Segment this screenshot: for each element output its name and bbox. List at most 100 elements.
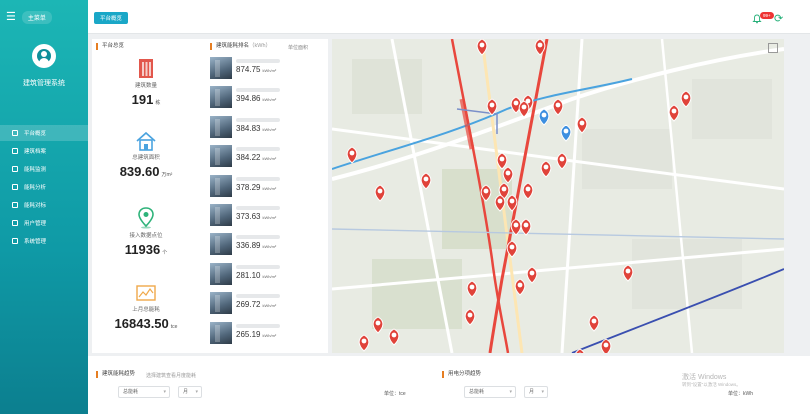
- sidebar-item-1[interactable]: 建筑档案: [0, 143, 88, 159]
- monitor-icon: [12, 130, 18, 136]
- building-map[interactable]: [332, 39, 784, 353]
- stat-label: 上月总能耗: [132, 307, 160, 313]
- building-name-redacted: [236, 147, 280, 152]
- building-thumbnail: [210, 145, 232, 168]
- stat-building-count: 建筑数量 191 栋: [92, 57, 200, 107]
- building-name-redacted: [236, 206, 280, 210]
- sidebar-item-5[interactable]: 用户管理: [0, 215, 88, 231]
- building-icon: [139, 59, 153, 78]
- ranking-value: 394.86 kWh/m²: [236, 94, 277, 104]
- user-icon: [12, 220, 18, 226]
- left-unit-label: 单位：tce: [384, 391, 406, 397]
- trend-left-title: 建筑能耗趋势: [96, 371, 135, 378]
- overview-panel: 平台总览 建筑数量 191 栋 总建筑面积 839.60 万m² 接入数据点位 …: [92, 39, 328, 353]
- building-thumbnail: [210, 57, 232, 79]
- left-period-select[interactable]: 月: [178, 386, 202, 398]
- energy-icon: [136, 285, 156, 301]
- app-root: ☰ 主菜单 建筑管理系统 平台概览建筑档案能耗监测能耗分析能耗对标用户管理系统管…: [0, 0, 810, 414]
- sidebar: ☰ 主菜单 建筑管理系统 平台概览建筑档案能耗监测能耗分析能耗对标用户管理系统管…: [0, 0, 88, 414]
- windows-watermark-title: 激活 Windows: [682, 374, 727, 381]
- stat-value: 839.60 万m²: [119, 164, 173, 179]
- user-icon: [37, 49, 51, 63]
- building-name-redacted: [236, 59, 280, 63]
- sidebar-item-6[interactable]: 系统管理: [0, 233, 88, 249]
- ranking-value: 378.29 kWh/m²: [236, 182, 277, 192]
- building-thumbnail: [210, 174, 232, 197]
- refresh-icon[interactable]: ⟳: [774, 14, 783, 25]
- ranking-value: 281.10 kWh/m²: [236, 270, 277, 280]
- top-header: 平台概览 99+ ⟳: [88, 0, 810, 34]
- ranking-title: 建筑能耗排名（kWh）: [210, 43, 271, 50]
- sidebar-item-label: 能耗监测: [24, 167, 47, 173]
- trend-left-subtitle: 选择建筑查看月度能耗: [146, 373, 197, 379]
- stat-monthly-energy: 上月总能耗 16843.50 tce: [92, 283, 200, 331]
- stat-label: 总建筑面积: [132, 155, 160, 161]
- stat-value: 191 栋: [131, 92, 161, 107]
- sidebar-item-label: 能耗对标: [24, 203, 47, 209]
- ranking-value: 265.19 kWh/m²: [236, 329, 277, 339]
- building-name-redacted: [236, 235, 280, 240]
- building-thumbnail: [210, 233, 232, 256]
- building-name-redacted: [236, 176, 280, 181]
- stat-value: 16843.50 tce: [114, 316, 178, 331]
- avatar[interactable]: [32, 44, 56, 68]
- building-thumbnail: [210, 262, 232, 285]
- gauge-icon: [12, 166, 18, 172]
- building-thumbnail: [210, 292, 232, 315]
- sidebar-item-label: 建筑档案: [24, 149, 47, 155]
- building-thumbnail: [210, 204, 232, 226]
- windows-watermark-sub: 转到"设置"以激活 Windows。: [682, 382, 741, 387]
- stat-floor-area: 总建筑面积 839.60 万m²: [92, 131, 200, 179]
- house-icon: [136, 131, 156, 151]
- building-name-redacted: [236, 264, 280, 269]
- overview-title: 平台总览: [96, 43, 124, 50]
- sidebar-top-tag[interactable]: 主菜单: [21, 10, 52, 24]
- building-thumbnail: [210, 86, 232, 109]
- sidebar-item-label: 平台概览: [24, 131, 47, 137]
- sidebar-top: ☰ 主菜单: [0, 0, 88, 34]
- sidebar-item-0[interactable]: 平台概览: [0, 125, 88, 141]
- ranking-value: 874.75 kWh/m²: [236, 65, 277, 74]
- building-name-redacted: [236, 294, 280, 299]
- map-canvas[interactable]: [332, 39, 784, 353]
- menu-toggle-icon[interactable]: ☰: [6, 11, 16, 23]
- building-name-redacted: [236, 88, 280, 93]
- document-icon: [12, 184, 18, 190]
- sidebar-item-label: 能耗分析: [24, 185, 47, 191]
- settings-icon: [12, 238, 18, 244]
- right-period-select[interactable]: 月: [524, 386, 548, 398]
- stat-label: 接入数据点位: [129, 233, 163, 239]
- building-thumbnail: [210, 321, 232, 344]
- right-unit-label: 单位：kWh: [728, 391, 754, 397]
- sidebar-item-label: 系统管理: [24, 239, 47, 245]
- left-metric-select[interactable]: 总能耗: [118, 386, 170, 398]
- stat-label: 建筑数量: [134, 83, 157, 89]
- sidebar-nav: 平台概览建筑档案能耗监测能耗分析能耗对标用户管理系统管理: [0, 125, 88, 251]
- sidebar-item-2[interactable]: 能耗监测: [0, 161, 88, 177]
- sidebar-item-label: 用户管理: [24, 221, 47, 227]
- building-name-redacted: [236, 323, 280, 328]
- location-icon: [138, 207, 154, 229]
- building-thumbnail: [210, 115, 232, 138]
- map-marker-red[interactable]: [600, 338, 612, 353]
- fullscreen-icon[interactable]: [768, 43, 778, 53]
- ranking-value: 373.63 kWh/m²: [236, 212, 277, 221]
- ranking-value: 384.83 kWh/m²: [236, 123, 277, 133]
- building-name-redacted: [236, 117, 280, 122]
- tab-overview[interactable]: 平台概览: [94, 12, 129, 24]
- ranking-value: 384.22 kWh/m²: [236, 153, 277, 163]
- sidebar-item-4[interactable]: 能耗对标: [0, 197, 88, 213]
- compare-icon: [12, 202, 18, 208]
- notification-badge: 99+: [760, 12, 774, 19]
- user-name: 建筑管理系统: [23, 80, 65, 87]
- building-icon: [12, 148, 18, 154]
- sidebar-item-3[interactable]: 能耗分析: [0, 179, 88, 195]
- ranking-value: 336.89 kWh/m²: [236, 241, 277, 251]
- ranking-unit-toggle[interactable]: 单位面积: [288, 44, 308, 51]
- stat-value: 11936 个: [124, 242, 168, 257]
- trend-panel: 建筑能耗趋势 选择建筑查看月度能耗 总能耗 月 单位：tce 用电分项趋势 总能…: [88, 356, 810, 414]
- trend-right-title: 用电分项趋势: [442, 371, 481, 378]
- stat-data-points: 接入数据点位 11936 个: [92, 207, 200, 257]
- right-metric-select[interactable]: 总能耗: [464, 386, 516, 398]
- ranking-value: 269.72 kWh/m²: [236, 300, 277, 310]
